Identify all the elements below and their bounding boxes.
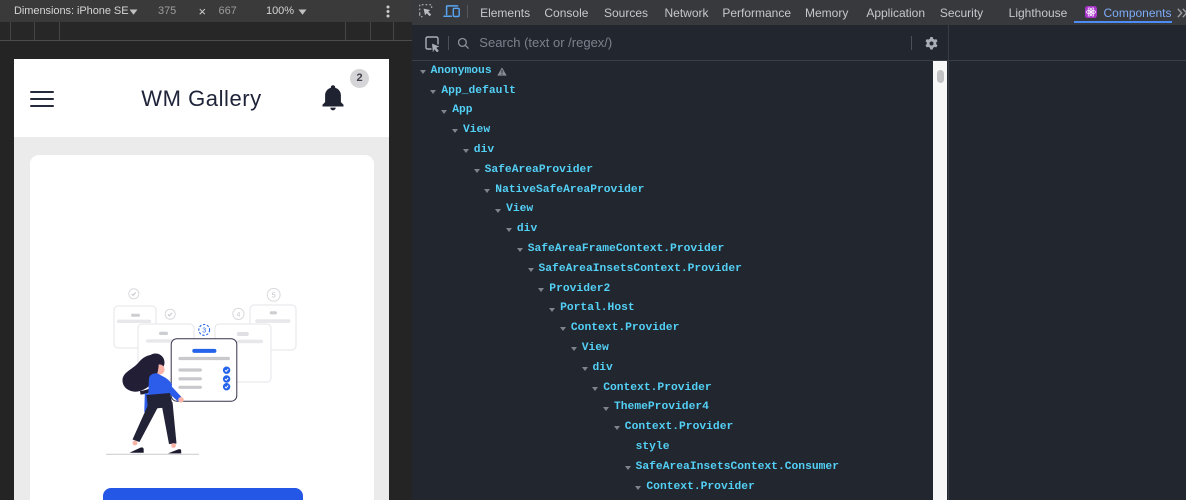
svg-text:3: 3 [202,328,206,335]
svg-text:5: 5 [272,290,276,299]
svg-text:4: 4 [237,311,241,318]
